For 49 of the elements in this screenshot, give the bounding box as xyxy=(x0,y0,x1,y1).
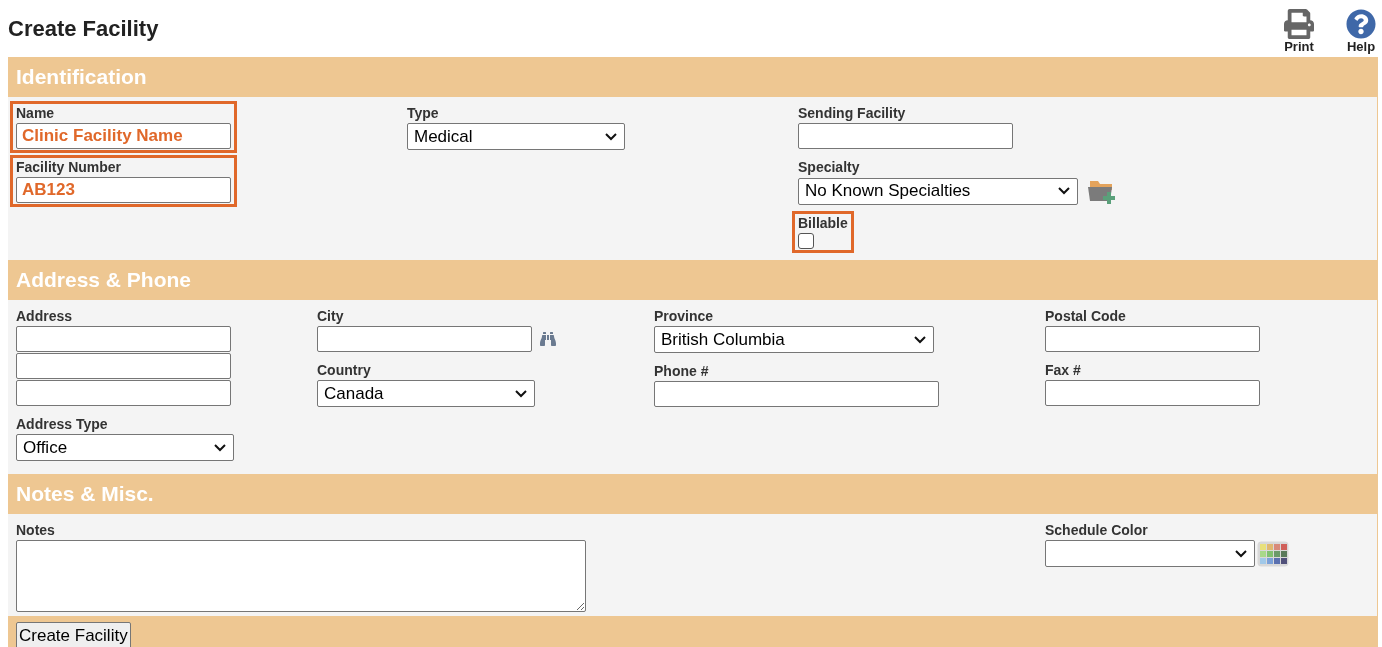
field-label: Address xyxy=(16,308,74,324)
field-label: Type xyxy=(407,105,440,121)
color-palette-icon[interactable] xyxy=(1257,540,1289,567)
help-button[interactable]: Help xyxy=(1346,9,1376,55)
field-label: Specialty xyxy=(798,159,861,175)
chevron-down-icon xyxy=(514,388,528,399)
text-field[interactable] xyxy=(1045,326,1260,352)
text-field[interactable] xyxy=(16,353,231,379)
text-field[interactable] xyxy=(16,326,231,352)
chevron-down-icon xyxy=(1057,186,1071,196)
field-label: Name xyxy=(16,105,56,121)
binoculars-icon[interactable] xyxy=(538,331,558,347)
dropdown[interactable]: Office xyxy=(16,434,234,461)
section-title: Notes & Misc. xyxy=(16,481,154,508)
create-facility-button[interactable]: Create Facility xyxy=(16,622,131,647)
chevron-down-icon xyxy=(913,334,927,345)
field-label: Postal Code xyxy=(1045,308,1127,324)
print-button[interactable]: Print xyxy=(1284,9,1314,55)
chevron-down-icon xyxy=(604,131,618,142)
text-field[interactable] xyxy=(16,380,231,406)
help-icon xyxy=(1346,9,1376,39)
notes-field[interactable] xyxy=(16,540,586,612)
text-field[interactable] xyxy=(654,381,939,407)
field-label: Billable xyxy=(798,215,848,231)
field-label: Phone # xyxy=(654,363,710,379)
text-field[interactable] xyxy=(317,326,532,352)
page-title: Create Facility xyxy=(8,15,159,43)
chevron-down-icon xyxy=(1234,548,1248,559)
field-label: Sending Facility xyxy=(798,105,907,121)
field-label: Schedule Color xyxy=(1045,522,1149,538)
field-label: Address Type xyxy=(16,416,109,432)
field-label: Country xyxy=(317,362,372,378)
text-field[interactable] xyxy=(798,123,1013,149)
dropdown[interactable] xyxy=(1045,540,1255,567)
dropdown[interactable]: Medical xyxy=(407,123,625,150)
printer-icon xyxy=(1284,9,1314,39)
section-title: Address & Phone xyxy=(16,267,192,294)
field-label: Notes xyxy=(16,522,56,538)
dropdown[interactable]: British Columbia xyxy=(654,326,934,353)
chevron-down-icon xyxy=(213,442,227,453)
field-label: Fax # xyxy=(1045,362,1082,378)
text-field[interactable] xyxy=(1045,380,1260,406)
section-title: Identification xyxy=(16,64,147,91)
dropdown[interactable]: No Known Specialties xyxy=(798,177,1078,205)
field-label: City xyxy=(317,308,345,324)
checkbox[interactable] xyxy=(798,233,814,249)
dropdown[interactable]: Canada xyxy=(317,380,535,407)
field-label: Province xyxy=(654,308,715,324)
field-label: Facility Number xyxy=(16,159,123,175)
